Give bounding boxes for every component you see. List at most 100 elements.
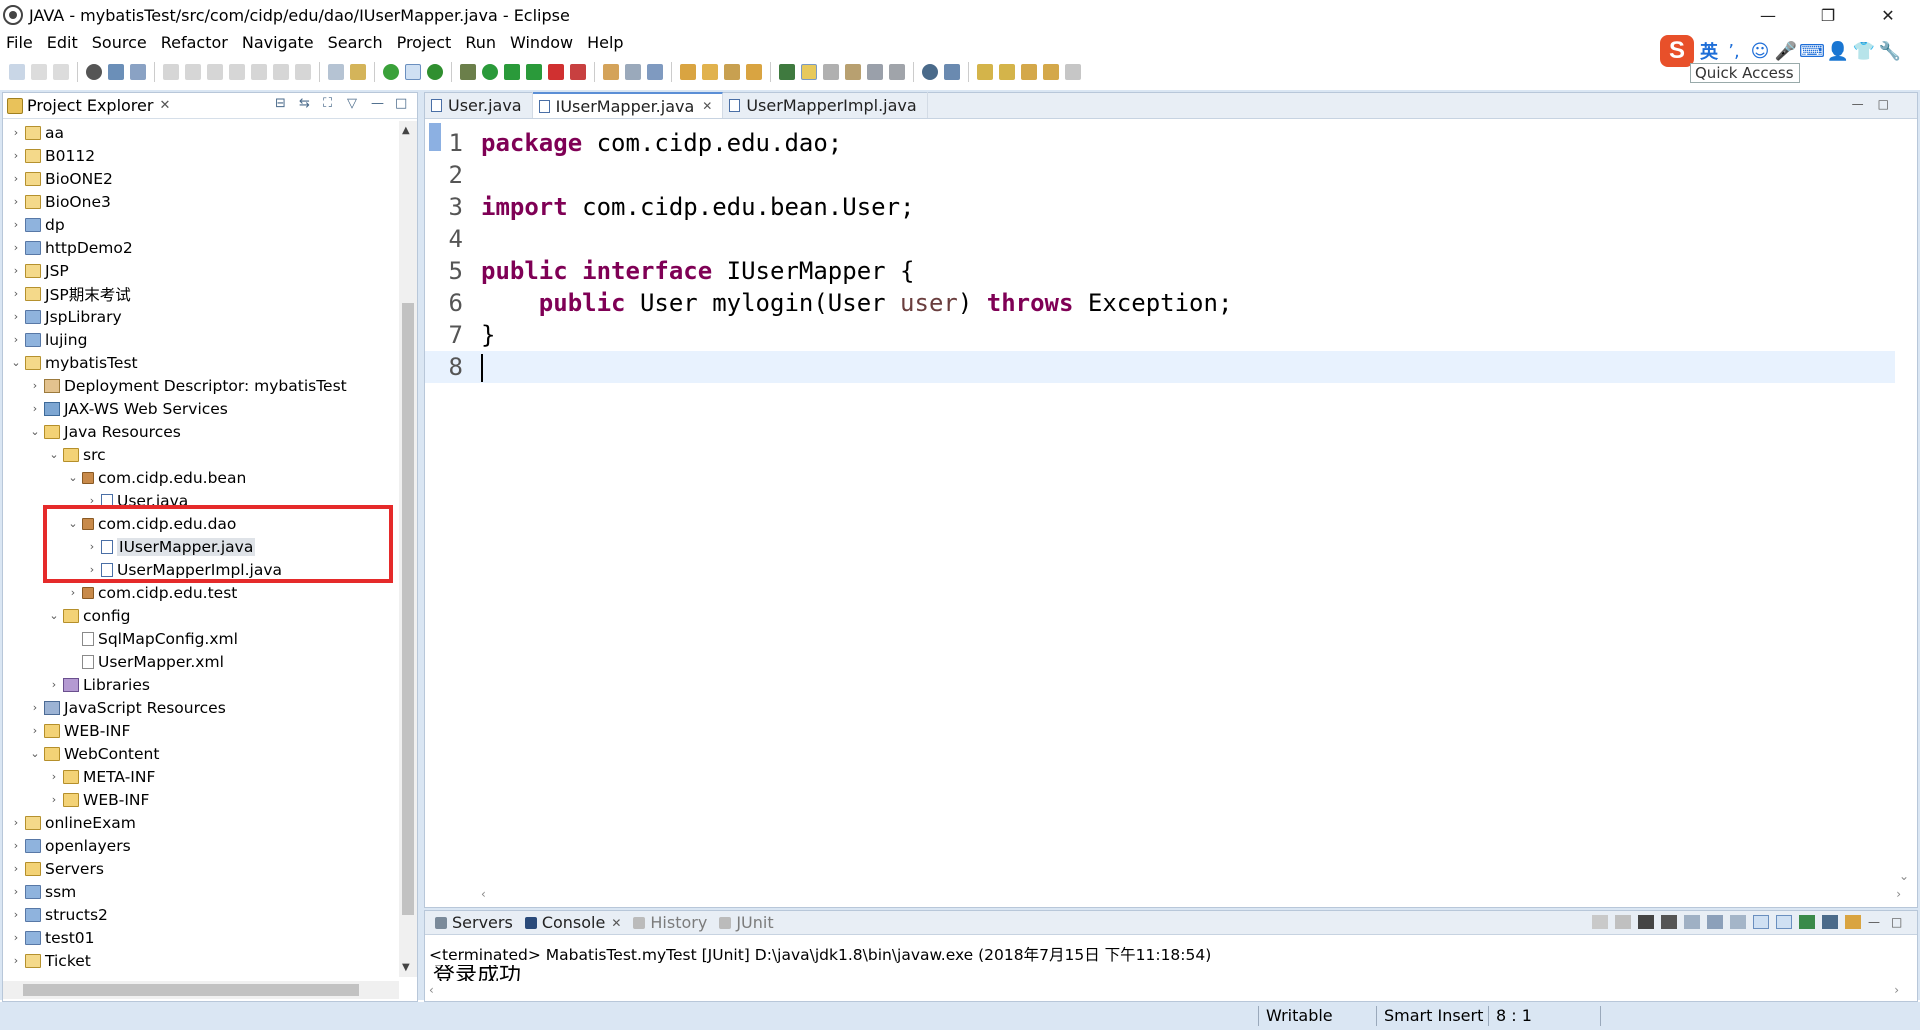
close-view-icon[interactable]: ✕: [159, 98, 170, 113]
console-horizontal-scrollbar[interactable]: ‹ ›: [429, 983, 1899, 997]
quick-access-input[interactable]: Quick Access: [1690, 63, 1800, 83]
maximize-view-icon[interactable]: □: [395, 97, 409, 111]
tree-item[interactable]: › Ticket: [9, 949, 91, 972]
menu-file[interactable]: File: [0, 33, 40, 52]
last-edit-icon[interactable]: [1021, 64, 1037, 80]
paragraph-icon[interactable]: [889, 64, 905, 80]
back-icon[interactable]: [1043, 64, 1059, 80]
remove-launch-icon[interactable]: [1592, 915, 1608, 929]
tree-item[interactable]: › JSP: [9, 259, 69, 282]
scroll-down-icon[interactable]: ⌄: [1899, 869, 1909, 883]
resume-icon[interactable]: [163, 64, 179, 80]
next-annotation-icon[interactable]: [977, 64, 993, 80]
collapsed-arrow-icon[interactable]: ›: [9, 862, 23, 875]
collapsed-arrow-icon[interactable]: ›: [28, 701, 42, 714]
menu-run[interactable]: Run: [458, 33, 503, 52]
close-tab-icon[interactable]: ✕: [702, 99, 712, 113]
code-line[interactable]: 2: [425, 159, 1895, 191]
tree-item[interactable]: › dp: [9, 213, 65, 236]
globe-icon[interactable]: [922, 64, 938, 80]
block-selection-icon[interactable]: [867, 64, 883, 80]
mark-occurrences-icon[interactable]: [779, 64, 795, 80]
tree-item[interactable]: › ssm: [9, 880, 76, 903]
collapsed-arrow-icon[interactable]: ›: [9, 172, 23, 185]
ime-tools-icon[interactable]: 🔧: [1879, 41, 1901, 62]
show-stderr-icon[interactable]: [1776, 915, 1792, 929]
run-icon[interactable]: [482, 64, 498, 80]
use-step-filters-icon[interactable]: [328, 64, 344, 80]
skip-breakpoints-icon[interactable]: [130, 64, 146, 80]
open-console-icon[interactable]: [1845, 915, 1861, 929]
ime-language-mode[interactable]: 英: [1700, 38, 1718, 64]
console-tab-junit[interactable]: JUnit: [715, 913, 781, 932]
save-all-icon[interactable]: [53, 64, 69, 80]
ime-microphone-icon[interactable]: 🎤: [1775, 41, 1797, 62]
collapsed-arrow-icon[interactable]: ›: [9, 195, 23, 208]
tree-item[interactable]: SqlMapConfig.xml: [66, 627, 238, 650]
menu-project[interactable]: Project: [390, 33, 459, 52]
show-stdout-icon[interactable]: [1753, 915, 1769, 929]
code-line[interactable]: 7}: [425, 319, 1895, 351]
debug-tool-icon[interactable]: [350, 64, 366, 80]
link-with-editor-icon[interactable]: ⇆: [299, 97, 313, 111]
toggle-highlight-icon[interactable]: [801, 64, 817, 80]
tree-item[interactable]: › BioOne3: [9, 190, 111, 213]
scroll-down-icon[interactable]: ▼: [402, 962, 410, 973]
collapsed-arrow-icon[interactable]: ›: [47, 678, 61, 691]
scroll-left-icon[interactable]: ‹: [429, 983, 434, 997]
view-menu-icon[interactable]: ▽: [347, 97, 361, 111]
step-over-icon[interactable]: [273, 64, 289, 80]
open-type-icon[interactable]: [680, 64, 696, 80]
pin-console-icon[interactable]: [1799, 915, 1815, 929]
tree-item[interactable]: › JspLibrary: [9, 305, 122, 328]
collapsed-arrow-icon[interactable]: ›: [28, 402, 42, 415]
tree-item[interactable]: › httpDemo2: [9, 236, 133, 259]
tree-item[interactable]: › JSP期末考试: [9, 282, 131, 305]
collapsed-arrow-icon[interactable]: ›: [66, 586, 80, 599]
editor-tab[interactable]: IUserMapper.java ✕: [532, 92, 724, 118]
save-icon[interactable]: [31, 64, 47, 80]
tree-item[interactable]: UserMapper.xml: [66, 650, 224, 673]
coverage-icon[interactable]: [504, 64, 520, 80]
suspend-icon[interactable]: [185, 64, 201, 80]
forward-icon[interactable]: [1065, 64, 1081, 80]
code-line[interactable]: 6 public User mylogin(User user) throws …: [425, 287, 1895, 319]
collapsed-arrow-icon[interactable]: ›: [9, 310, 23, 323]
tree-item[interactable]: › com.cidp.edu.test: [66, 581, 238, 604]
scrollbar-thumb[interactable]: [402, 303, 414, 915]
tree-item[interactable]: › Deployment Descriptor: mybatisTest: [28, 374, 347, 397]
ime-emoji-icon[interactable]: ☺: [1750, 41, 1770, 62]
tree-item[interactable]: › lujing: [9, 328, 88, 351]
tree-item[interactable]: › structs2: [9, 903, 108, 926]
new-java-project-icon[interactable]: [647, 64, 663, 80]
sogou-logo-icon[interactable]: S: [1660, 35, 1694, 67]
code-line[interactable]: 8: [425, 351, 1895, 383]
ime-punctuation-icon[interactable]: ’,: [1724, 41, 1744, 62]
console-tab-history[interactable]: History: [629, 913, 715, 932]
new-icon[interactable]: [9, 64, 25, 80]
expanded-arrow-icon[interactable]: ⌄: [47, 609, 61, 622]
word-wrap-icon[interactable]: [823, 64, 839, 80]
console-tab-servers[interactable]: Servers: [431, 913, 521, 932]
tree-item[interactable]: › BioONE2: [9, 167, 113, 190]
external-tools-icon[interactable]: [526, 64, 542, 80]
tree-item[interactable]: › aa: [9, 121, 64, 144]
step-return-icon[interactable]: [295, 64, 311, 80]
tree-item[interactable]: › META-INF: [47, 765, 156, 788]
disconnect-icon[interactable]: [229, 64, 245, 80]
menu-refactor[interactable]: Refactor: [154, 33, 235, 52]
tree-item[interactable]: › B0112: [9, 144, 95, 167]
expanded-arrow-icon[interactable]: ⌄: [47, 448, 61, 461]
restore-button[interactable]: ❐: [1800, 0, 1856, 30]
terminal-icon[interactable]: [108, 64, 124, 80]
search-tool-icon[interactable]: [724, 64, 740, 80]
collapsed-arrow-icon[interactable]: ›: [9, 126, 23, 139]
tree-item[interactable]: › onlineExam: [9, 811, 136, 834]
remove-all-icon[interactable]: [1638, 915, 1654, 929]
expanded-arrow-icon[interactable]: ⌄: [9, 356, 23, 369]
scroll-lock-icon[interactable]: [1707, 915, 1723, 929]
tree-item[interactable]: › JavaScript Resources: [28, 696, 226, 719]
editor-minmax-icons[interactable]: —□: [1852, 97, 1903, 111]
menu-edit[interactable]: Edit: [40, 33, 85, 52]
tree-item[interactable]: › Libraries: [47, 673, 150, 696]
